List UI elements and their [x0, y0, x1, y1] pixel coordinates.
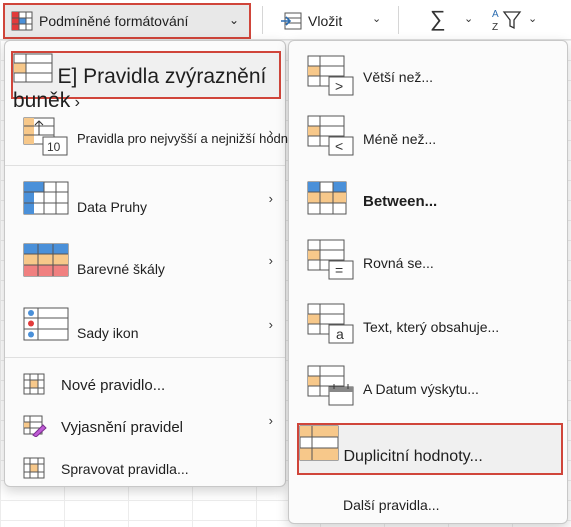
submenu-item-label: Další pravidla...: [343, 497, 440, 513]
chevron-right-icon: ›: [268, 253, 273, 268]
chevron-right-icon: ›: [268, 413, 273, 428]
insert-label: Vložit: [308, 13, 343, 29]
insert-button[interactable]: Vložit: [280, 8, 342, 34]
icon-sets-icon: [23, 307, 69, 341]
svg-text:a: a: [336, 326, 344, 342]
menu-item-label: Data Pruhy: [77, 199, 148, 215]
autosum-icon[interactable]: ∑: [430, 6, 446, 32]
chevron-down-icon[interactable]: ⌄: [372, 12, 381, 25]
svg-text:<: <: [335, 138, 343, 154]
svg-text:=: =: [335, 262, 343, 278]
submenu-item-greater-than[interactable]: > Větší než...: [289, 49, 567, 103]
submenu-item-label: Text, který obsahuje...: [363, 319, 500, 335]
between-icon: [307, 181, 347, 215]
sort-filter-icon: A Z: [492, 9, 522, 33]
menu-item-top-bottom-rules[interactable]: 10 Pravidla pro nejvyšší a nejnižší hodn…: [5, 111, 305, 159]
top-bottom-rules-icon: 10: [23, 117, 68, 156]
submenu-item-date-occurring[interactable]: A Datum výskytu...: [289, 359, 567, 413]
duplicate-values-icon: [299, 425, 339, 461]
menu-item-label: Vyjasnění pravidel: [61, 419, 184, 436]
svg-text:Z: Z: [492, 22, 498, 32]
ribbon: Podmíněné formátování ⌄ Vložit ⌄ ∑ ⌄ A Z…: [0, 0, 571, 40]
submenu-item-text-contains[interactable]: a Text, který obsahuje...: [289, 297, 567, 351]
data-bars-icon: [23, 181, 69, 215]
menu-divider: [5, 165, 285, 166]
conditional-formatting-label: Podmíněné formátování: [39, 13, 189, 29]
sort-filter-button[interactable]: A Z: [490, 6, 524, 37]
conditional-formatting-menu: E] Pravidla zvýraznění buněk › 10 Pravid…: [4, 40, 305, 487]
less-than-icon: <: [307, 115, 354, 156]
ribbon-separator: [398, 6, 399, 34]
greater-than-icon: >: [307, 55, 354, 96]
svg-text:10: 10: [47, 140, 61, 154]
equal-to-icon: =: [307, 239, 354, 280]
date-occurring-icon: [307, 365, 354, 406]
submenu-item-more-rules[interactable]: Další pravidla...: [289, 489, 567, 519]
menu-divider: [5, 357, 285, 358]
submenu-item-label: Between...: [363, 193, 438, 210]
submenu-item-less-than[interactable]: < Méně než...: [289, 109, 567, 163]
chevron-down-icon[interactable]: ⌄: [528, 12, 537, 25]
svg-text:>: >: [335, 78, 343, 94]
submenu-item-label: Méně než...: [363, 131, 437, 147]
submenu-item-equal-to[interactable]: = Rovná se...: [289, 233, 567, 287]
color-scales-icon: [23, 243, 69, 277]
submenu-item-label: Duplicitní hodnoty...: [343, 448, 483, 465]
new-rule-icon: [23, 373, 45, 395]
menu-item-label: Barevné škály: [77, 261, 165, 277]
menu-item-new-rule[interactable]: Nové pravidlo...: [5, 369, 285, 399]
submenu-item-label: Větší než...: [363, 69, 434, 85]
menu-item-label: Nové pravidlo...: [61, 377, 166, 394]
menu-item-highlight-cells-rules[interactable]: E] Pravidla zvýraznění buněk ›: [11, 51, 281, 112]
manage-rules-icon: [23, 457, 45, 479]
submenu-item-label: A Datum výskytu...: [363, 381, 479, 397]
svg-text:A: A: [492, 9, 499, 20]
chevron-right-icon: ›: [268, 191, 273, 206]
highlight-cells-submenu: > Větší než... < Méně než... Between...: [288, 40, 568, 524]
highlight-cells-icon: [13, 53, 53, 83]
menu-item-color-scales[interactable]: Barevné škály ›: [5, 239, 285, 287]
submenu-item-duplicate-values[interactable]: Duplicitní hodnoty...: [297, 423, 563, 475]
chevron-down-icon[interactable]: ⌄: [464, 12, 473, 25]
menu-item-data-bars[interactable]: Data Pruhy ›: [5, 177, 285, 225]
conditional-formatting-icon: [11, 11, 33, 31]
conditional-formatting-button[interactable]: Podmíněné formátování ⌄: [3, 3, 251, 39]
menu-item-clear-rules[interactable]: Vyjasnění pravidel ›: [5, 411, 285, 441]
clear-rules-icon: [23, 415, 47, 437]
menu-item-label: Sady ikon: [77, 325, 139, 341]
menu-item-icon-sets[interactable]: Sady ikon ›: [5, 303, 285, 351]
chevron-down-icon: ⌄: [228, 13, 239, 27]
insert-cells-icon: [281, 12, 302, 30]
submenu-item-between[interactable]: Between...: [289, 173, 567, 227]
menu-item-manage-rules[interactable]: Spravovat pravidla...: [5, 453, 285, 483]
text-contains-icon: a: [307, 303, 354, 344]
chevron-right-icon: ›: [268, 125, 273, 140]
menu-item-label: Spravovat pravidla...: [61, 461, 189, 477]
chevron-right-icon: ›: [268, 317, 273, 332]
submenu-item-label: Rovná se...: [363, 255, 434, 271]
ribbon-separator: [262, 6, 263, 34]
chevron-right-icon: ›: [74, 94, 80, 111]
